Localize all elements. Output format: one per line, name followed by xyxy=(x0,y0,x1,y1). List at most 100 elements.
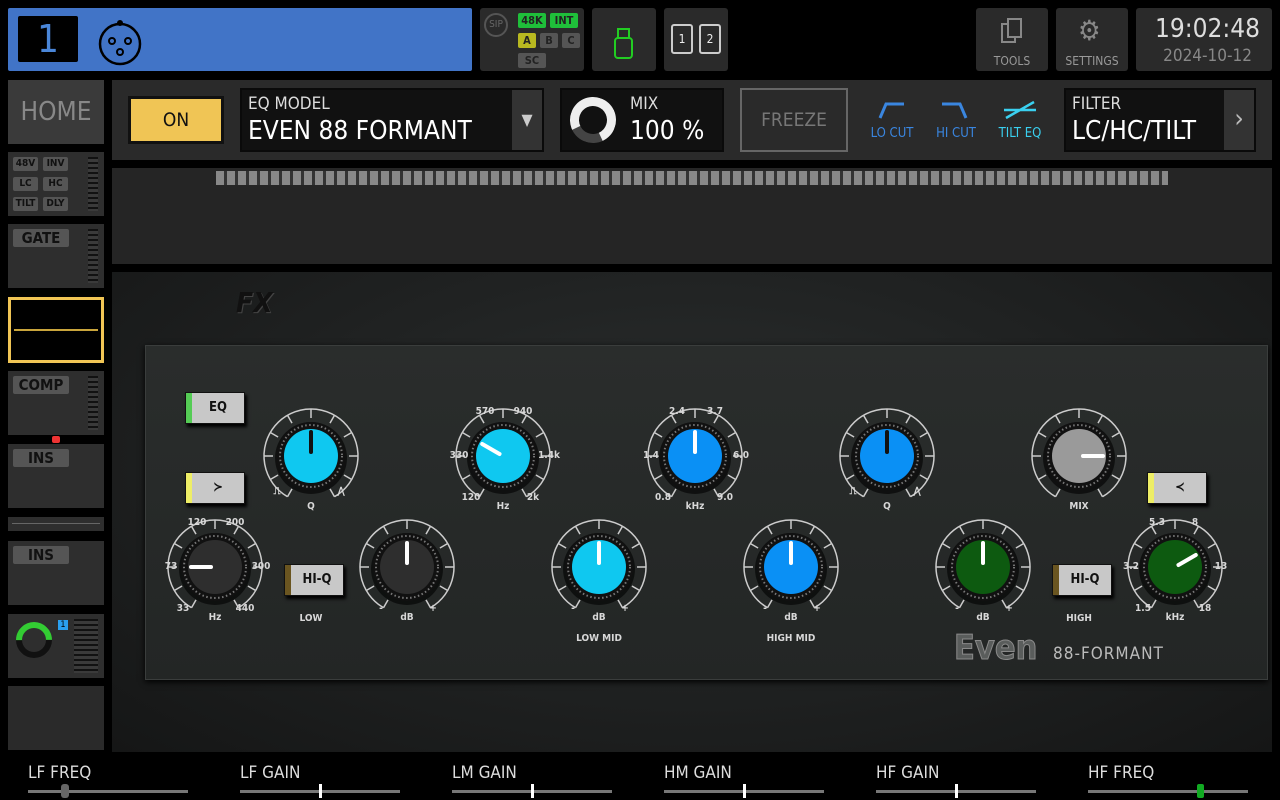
usb-button[interactable] xyxy=(592,8,656,71)
param-slider[interactable] xyxy=(452,784,612,798)
unit-label: kHz xyxy=(1165,612,1185,623)
param-slider[interactable] xyxy=(240,784,400,798)
knob-hm-gain[interactable] xyxy=(741,517,841,617)
input-block[interactable]: 48V INV LC HC TILT DLY xyxy=(8,152,104,216)
mix-control[interactable]: MIX 100 % xyxy=(560,88,724,152)
high-mid-label: HIGH MID xyxy=(766,633,816,644)
knob-hf-gain[interactable] xyxy=(933,517,1033,617)
brand-logo: Even xyxy=(953,628,1038,669)
minus-label: - xyxy=(763,603,767,614)
scale-label: 3.7 xyxy=(707,406,723,417)
usb-icon xyxy=(614,28,633,59)
param-slider[interactable] xyxy=(1088,784,1248,798)
tools-label: TOOLS xyxy=(993,54,1031,68)
slider-thumb[interactable] xyxy=(1197,784,1205,798)
mix-knob-label: MIX xyxy=(1069,501,1089,512)
eq-curve xyxy=(14,329,98,331)
filter-select[interactable]: FILTER LC/HC/TILT › xyxy=(1064,88,1256,152)
sends-block[interactable]: 1 xyxy=(8,614,104,678)
plugin-scroll-strip[interactable] xyxy=(216,171,1168,185)
knob-mix[interactable] xyxy=(1029,406,1129,506)
shelf-icon: ≻ xyxy=(213,480,223,495)
time: 19:02:48 xyxy=(1154,14,1260,44)
gate-label: GATE xyxy=(13,229,69,247)
param-slider[interactable] xyxy=(664,784,824,798)
param-label: HF GAIN xyxy=(876,763,940,783)
ins-1-label: INS xyxy=(13,449,69,467)
high-label: HIGH xyxy=(1066,613,1092,624)
pan-knob[interactable] xyxy=(8,614,60,666)
knob-dial xyxy=(359,519,455,609)
scale-label: 940 xyxy=(513,406,533,417)
bus-a: A xyxy=(518,33,536,48)
bus-c: C xyxy=(562,33,580,48)
eq-toolbar: ON EQ MODEL EVEN 88 FORMANT ▼ MIX 100 % … xyxy=(112,80,1272,160)
tilt-eq-icon xyxy=(1004,100,1036,120)
sip-icon: SIP xyxy=(484,13,508,37)
knob-lf-gain[interactable] xyxy=(357,517,457,617)
plus-label: + xyxy=(621,603,629,614)
slider-thumb[interactable] xyxy=(743,784,746,798)
slider-thumb[interactable] xyxy=(60,784,69,798)
unit-label: Q xyxy=(883,501,891,512)
channel-number: 1 xyxy=(18,16,78,62)
delay-slider-track xyxy=(12,523,100,524)
tilt-eq-label: TILT EQ xyxy=(998,126,1042,141)
high-hiq-led xyxy=(1053,565,1059,595)
eq-block[interactable] xyxy=(8,297,104,363)
param-slider[interactable] xyxy=(876,784,1036,798)
param-label: LF GAIN xyxy=(240,763,301,783)
on-button[interactable]: ON xyxy=(128,96,224,144)
slider-thumb[interactable] xyxy=(531,784,534,798)
eq-model-select[interactable]: EQ MODEL EVEN 88 FORMANT ▼ xyxy=(240,88,544,152)
tag-tilt: TILT xyxy=(13,197,38,211)
knob-lm-gain[interactable] xyxy=(549,517,649,617)
tilt-eq-button[interactable]: TILT EQ xyxy=(992,96,1048,148)
routing-dot xyxy=(52,436,60,443)
scale-label: 300 xyxy=(251,561,271,572)
scale-label: 330 xyxy=(449,450,469,461)
param-label: LM GAIN xyxy=(452,763,517,783)
knob-dial xyxy=(935,519,1031,609)
wide-q-icon: ⋀ xyxy=(913,486,921,497)
insert-2-block[interactable]: INS xyxy=(8,541,104,605)
scale-label: 6.0 xyxy=(733,450,749,461)
eq-model-label: EQ MODEL xyxy=(248,94,330,114)
sc-badge: SC xyxy=(518,53,546,68)
filter-value: LC/HC/TILT xyxy=(1072,116,1196,146)
eq-in-button[interactable]: EQ xyxy=(185,392,245,424)
settings-button[interactable]: ⚙ SETTINGS xyxy=(1056,8,1128,71)
chevron-down-icon[interactable]: ▼ xyxy=(512,90,542,150)
low-shelf-bell-switch[interactable]: ≻ xyxy=(185,472,245,504)
low-hi-q-button[interactable]: HI-Q xyxy=(284,564,344,596)
sd-card-button[interactable]: 1 2 xyxy=(664,8,728,71)
comp-block[interactable]: COMP xyxy=(8,371,104,435)
documents-icon xyxy=(1001,18,1022,43)
high-hi-q-button[interactable]: HI-Q xyxy=(1052,564,1112,596)
slider-thumb[interactable] xyxy=(319,784,322,798)
chevron-right-icon[interactable]: › xyxy=(1224,90,1254,150)
fader-block[interactable] xyxy=(8,686,104,750)
input-meter xyxy=(88,157,98,211)
high-shelf-bell-switch[interactable]: ≺ xyxy=(1147,472,1207,504)
gear-icon: ⚙ xyxy=(1078,14,1101,47)
scale-label: 8 xyxy=(1191,517,1199,528)
slider-thumb[interactable] xyxy=(955,784,958,798)
scale-label: 13 xyxy=(1214,561,1228,572)
minus-label: - xyxy=(379,603,383,614)
param-slider[interactable] xyxy=(28,784,188,798)
eq-button-label: EQ xyxy=(209,400,227,415)
hi-cut-button[interactable]: HI CUT xyxy=(928,96,984,148)
channel-header[interactable]: 1 xyxy=(8,8,472,71)
insert-1-block[interactable]: INS xyxy=(8,444,104,508)
tag-hc: HC xyxy=(43,177,68,191)
tools-button[interactable]: TOOLS xyxy=(976,8,1048,71)
clock-status[interactable]: SIP 48K INT A B C SC xyxy=(480,8,584,71)
lo-cut-button[interactable]: LO CUT xyxy=(864,96,920,148)
tag-inv: INV xyxy=(43,157,68,171)
delay-slider[interactable] xyxy=(8,517,104,531)
gate-block[interactable]: GATE xyxy=(8,224,104,288)
mix-ring xyxy=(563,90,623,150)
home-button[interactable]: HOME xyxy=(8,80,104,144)
freeze-button[interactable]: FREEZE xyxy=(740,88,848,152)
